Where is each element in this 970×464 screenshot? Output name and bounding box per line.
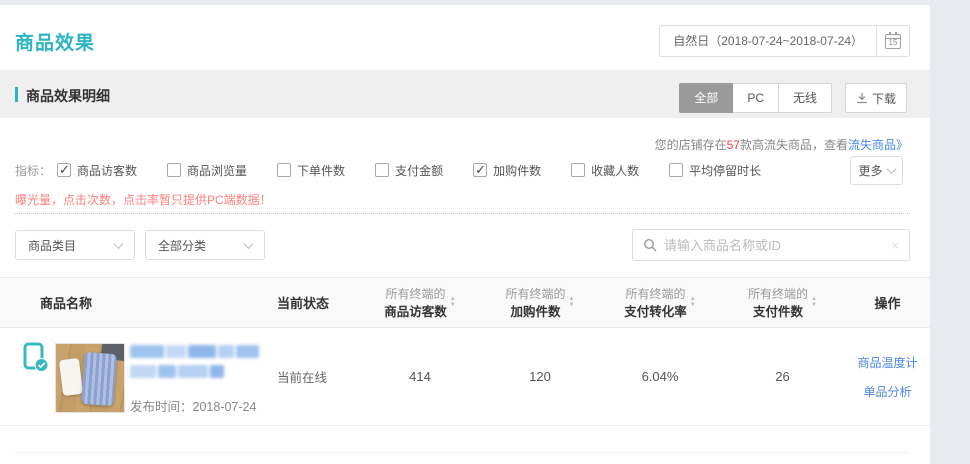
section-bar: 商品效果明细 全部 PC 无线 下载 (0, 70, 930, 118)
metric-payment-amount[interactable]: 支付金额 (375, 162, 443, 179)
blurred-product-title (130, 345, 259, 385)
download-label: 下载 (872, 90, 896, 107)
product-search-box: × (632, 229, 910, 261)
download-icon (856, 92, 868, 104)
metric-stay-duration-label: 平均停留时长 (689, 162, 761, 179)
more-label: 更多 (858, 162, 882, 179)
metric-orders[interactable]: 下单件数 (277, 162, 345, 179)
visitors-value: 414 (360, 369, 480, 384)
checkbox-cart-adds[interactable] (473, 163, 487, 177)
tab-all[interactable]: 全部 (679, 83, 733, 113)
action-cell: 商品温度计 单品分析 (845, 354, 930, 400)
metrics-label: 指标： (15, 162, 51, 179)
checkbox-favorites[interactable] (571, 163, 585, 177)
dotted-divider (15, 213, 910, 214)
terminal-prefix: 所有终端的 (386, 287, 446, 301)
col-header-action: 操作 (845, 293, 930, 312)
metric-payment-amount-label: 支付金额 (395, 162, 443, 179)
download-button[interactable]: 下载 (845, 83, 907, 113)
checkbox-payment-amount[interactable] (375, 163, 389, 177)
col-header-visitors-label: 商品访客数 (384, 305, 447, 319)
checkbox-orders[interactable] (277, 163, 291, 177)
pc-data-warning: 曝光量，点击次数，点击率暂只提供PC端数据！ (15, 191, 272, 208)
search-icon (643, 238, 657, 252)
page-title: 商品效果 (15, 28, 95, 55)
blur-line (130, 345, 259, 358)
metrics-row: 指标： 商品访客数 商品浏览量 下单件数 支付金额 加购件数 收藏人数 平均停留… (15, 155, 791, 185)
col-header-status: 当前状态 (265, 293, 360, 312)
content-panel: 商品效果 自然日（2018-07-24~2018-07-24） 15 商品效果明… (0, 5, 930, 464)
checkbox-pageviews[interactable] (167, 163, 181, 177)
classification-dropdown-value: 全部分类 (158, 237, 206, 254)
metric-orders-label: 下单件数 (297, 162, 345, 179)
status-cell: 当前在线 (265, 367, 360, 386)
col-header-conversion-label: 支付转化率 (624, 305, 687, 319)
category-dropdown-value: 商品类目 (28, 237, 76, 254)
chevron-down-icon (244, 239, 254, 249)
notice-prefix: 您的店铺存在 (655, 138, 727, 152)
metric-visitors[interactable]: 商品访客数 (57, 162, 137, 179)
sort-icon[interactable]: ▲▼ (690, 297, 696, 308)
bottom-divider (15, 452, 910, 453)
terminal-tabs: 全部 PC 无线 (679, 83, 832, 113)
search-input[interactable] (664, 238, 884, 253)
table-header: 商品名称 当前状态 所有终端的 商品访客数 ▲▼ 所有终端的 加购件数 ▲▼ 所… (0, 277, 930, 328)
payment-items-value: 26 (720, 369, 845, 384)
notice-count: 57 (727, 138, 740, 152)
section-title: 商品效果明细 (26, 86, 110, 106)
product-thumbnail[interactable] (55, 343, 125, 413)
terminal-prefix: 所有终端的 (626, 287, 686, 301)
page-header: 商品效果 自然日（2018-07-24~2018-07-24） 15 (0, 5, 930, 70)
terminal-prefix: 所有终端的 (748, 287, 808, 301)
conversion-value: 6.04% (600, 369, 720, 384)
checkbox-stay-duration[interactable] (669, 163, 683, 177)
chevron-down-icon (886, 164, 896, 174)
blur-line (130, 365, 259, 378)
metric-pageviews[interactable]: 商品浏览量 (167, 162, 247, 179)
date-range-text[interactable]: 自然日（2018-07-24~2018-07-24） (659, 25, 877, 57)
metric-pageviews-label: 商品浏览量 (187, 162, 247, 179)
col-header-payment-items: 所有终端的 支付件数 ▲▼ (720, 285, 845, 321)
chevron-down-icon (114, 239, 124, 249)
link-product-thermometer[interactable]: 商品温度计 (857, 354, 917, 371)
sort-icon[interactable]: ▲▼ (450, 297, 456, 308)
col-header-product: 商品名称 (0, 293, 265, 312)
product-cell: 发布时间：2018-07-24 (0, 328, 265, 425)
date-range-picker[interactable]: 自然日（2018-07-24~2018-07-24） 15 (659, 25, 910, 57)
table-row: 发布时间：2018-07-24 当前在线 414 120 6.04% 26 商品… (0, 328, 930, 426)
calendar-icon: 15 (885, 34, 901, 49)
clear-search-icon[interactable]: × (891, 238, 899, 253)
col-header-visitors: 所有终端的 商品访客数 ▲▼ (360, 285, 480, 321)
terminal-prefix: 所有终端的 (506, 287, 566, 301)
classification-dropdown[interactable]: 全部分类 (145, 230, 265, 260)
metric-favorites[interactable]: 收藏人数 (571, 162, 639, 179)
calendar-button[interactable]: 15 (877, 25, 910, 57)
sort-icon[interactable]: ▲▼ (811, 297, 817, 308)
section-accent-bar (15, 87, 18, 102)
tab-wireless[interactable]: 无线 (778, 83, 832, 113)
col-header-conversion: 所有终端的 支付转化率 ▲▼ (600, 285, 720, 321)
metric-stay-duration[interactable]: 平均停留时长 (669, 162, 761, 179)
more-button[interactable]: 更多 (850, 156, 903, 185)
col-header-cart-adds: 所有终端的 加购件数 ▲▼ (480, 285, 600, 321)
col-header-cart-adds-label: 加购件数 (511, 305, 561, 319)
checkbox-visitors[interactable] (57, 163, 71, 177)
metric-cart-adds[interactable]: 加购件数 (473, 162, 541, 179)
metric-visitors-label: 商品访客数 (77, 162, 137, 179)
metric-favorites-label: 收藏人数 (591, 162, 639, 179)
publish-date: 发布时间：2018-07-24 (130, 396, 256, 415)
metric-cart-adds-label: 加购件数 (493, 162, 541, 179)
churn-products-link[interactable]: 流失商品》 (848, 138, 908, 152)
sort-icon[interactable]: ▲▼ (569, 297, 575, 308)
link-item-analysis[interactable]: 单品分析 (863, 383, 911, 400)
churn-notice: 您的店铺存在57款高流失商品，查看流失商品》 (655, 136, 908, 153)
category-dropdown[interactable]: 商品类目 (15, 230, 135, 260)
tab-pc[interactable]: PC (732, 83, 779, 113)
cart-adds-value: 120 (480, 369, 600, 384)
mobile-online-icon (23, 342, 49, 373)
notice-middle: 款高流失商品，查看 (740, 138, 848, 152)
col-header-payment-items-label: 支付件数 (753, 305, 803, 319)
